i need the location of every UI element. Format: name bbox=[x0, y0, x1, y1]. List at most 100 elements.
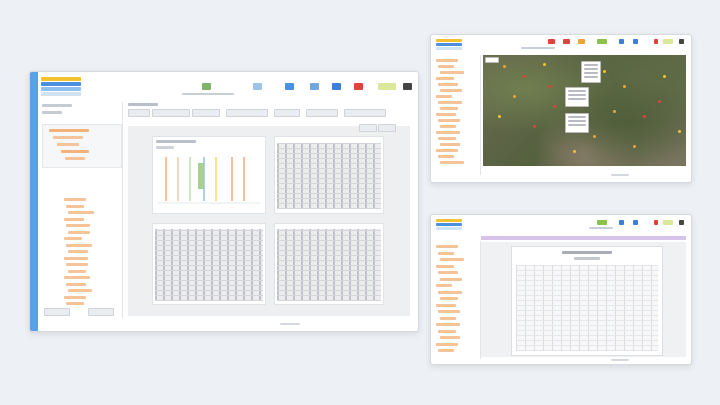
export-icon[interactable] bbox=[619, 220, 624, 225]
tree-item[interactable] bbox=[438, 271, 458, 274]
map-marker[interactable] bbox=[533, 125, 536, 128]
map-marker[interactable] bbox=[548, 85, 551, 88]
sidebar-button-left[interactable] bbox=[44, 308, 70, 316]
map-marker[interactable] bbox=[513, 95, 516, 98]
tree-item[interactable] bbox=[436, 77, 454, 80]
tree-item[interactable] bbox=[68, 250, 88, 253]
tree-item[interactable] bbox=[66, 263, 88, 266]
map-marker[interactable] bbox=[613, 110, 616, 113]
tree-item[interactable] bbox=[440, 125, 456, 128]
tree-item[interactable] bbox=[64, 198, 86, 201]
filter-select[interactable] bbox=[274, 109, 300, 117]
tree-item[interactable] bbox=[64, 217, 84, 221]
tree-item[interactable] bbox=[438, 329, 456, 333]
map-marker[interactable] bbox=[553, 105, 556, 108]
tree-item[interactable] bbox=[64, 276, 90, 279]
tree-item[interactable] bbox=[440, 71, 464, 74]
tree-item[interactable] bbox=[438, 119, 460, 122]
map-popup[interactable] bbox=[565, 87, 589, 107]
sidebar-button-right[interactable] bbox=[88, 308, 114, 316]
tab-button[interactable] bbox=[378, 124, 396, 132]
tree-item[interactable] bbox=[436, 131, 460, 134]
tree-item[interactable] bbox=[438, 101, 462, 104]
map-marker[interactable] bbox=[503, 65, 506, 68]
tree-item[interactable] bbox=[53, 136, 83, 139]
tree-item[interactable] bbox=[68, 230, 90, 234]
tree-item[interactable] bbox=[436, 264, 454, 268]
filter-select[interactable] bbox=[152, 109, 190, 117]
tree-item[interactable] bbox=[68, 269, 86, 273]
map-popup[interactable] bbox=[565, 113, 589, 133]
table-icon[interactable] bbox=[285, 83, 294, 90]
close-icon[interactable] bbox=[679, 220, 684, 225]
tree-item[interactable] bbox=[64, 256, 88, 260]
tree-item[interactable] bbox=[66, 282, 86, 286]
tree-item[interactable] bbox=[440, 316, 456, 320]
tree-item[interactable] bbox=[49, 129, 89, 132]
alert-icon[interactable] bbox=[654, 39, 658, 44]
tree-item[interactable] bbox=[440, 277, 462, 281]
tree-item[interactable] bbox=[57, 143, 79, 146]
tab-button[interactable] bbox=[359, 124, 377, 132]
tree-item[interactable] bbox=[436, 342, 458, 346]
tree-item[interactable] bbox=[66, 302, 84, 305]
tree-item[interactable] bbox=[436, 59, 458, 62]
tree-item[interactable] bbox=[66, 243, 92, 247]
alert-icon[interactable] bbox=[654, 220, 658, 225]
tree-item[interactable] bbox=[64, 295, 86, 299]
calendar-icon[interactable] bbox=[378, 83, 396, 90]
satellite-map[interactable] bbox=[483, 55, 686, 166]
tree-item[interactable] bbox=[440, 107, 458, 110]
close-icon[interactable] bbox=[679, 39, 684, 44]
map-marker[interactable] bbox=[643, 115, 646, 118]
tree-item[interactable] bbox=[440, 336, 460, 339]
tree-item[interactable] bbox=[440, 258, 464, 261]
tree-item[interactable] bbox=[440, 89, 462, 92]
tree-item[interactable] bbox=[438, 137, 456, 140]
tree-item[interactable] bbox=[438, 290, 462, 294]
tree-item[interactable] bbox=[438, 310, 460, 313]
tree-item[interactable] bbox=[436, 149, 458, 152]
report-icon[interactable] bbox=[202, 83, 211, 90]
filter-select[interactable] bbox=[306, 109, 338, 117]
print-icon[interactable] bbox=[633, 39, 638, 44]
map-popup-small[interactable] bbox=[485, 57, 499, 63]
tree-item[interactable] bbox=[438, 349, 454, 352]
tree-item[interactable] bbox=[64, 237, 82, 240]
tree-item[interactable] bbox=[436, 245, 458, 248]
search-button[interactable] bbox=[344, 109, 386, 117]
tree-item[interactable] bbox=[438, 251, 454, 255]
tree-item[interactable] bbox=[68, 289, 92, 292]
tree-item[interactable] bbox=[438, 83, 458, 86]
map-marker[interactable] bbox=[658, 100, 661, 103]
tree-item[interactable] bbox=[440, 143, 460, 146]
tree-item[interactable] bbox=[436, 284, 452, 287]
print-icon[interactable] bbox=[354, 83, 363, 90]
layer-icon[interactable] bbox=[563, 39, 570, 44]
map-marker[interactable] bbox=[523, 75, 526, 78]
filter-select[interactable] bbox=[226, 109, 268, 117]
tree-item[interactable] bbox=[436, 323, 460, 326]
map-marker[interactable] bbox=[498, 115, 501, 118]
map-icon[interactable] bbox=[548, 39, 555, 44]
tree-item[interactable] bbox=[438, 65, 454, 68]
map-marker[interactable] bbox=[633, 145, 636, 148]
close-icon[interactable] bbox=[403, 83, 412, 90]
tree-item[interactable] bbox=[438, 155, 454, 158]
map-marker[interactable] bbox=[573, 150, 576, 153]
calendar-icon[interactable] bbox=[663, 220, 673, 225]
tree-item[interactable] bbox=[436, 303, 456, 307]
filter-select[interactable] bbox=[128, 109, 150, 117]
tree-item[interactable] bbox=[440, 161, 464, 164]
search-icon[interactable] bbox=[578, 39, 585, 44]
tree-item[interactable] bbox=[65, 157, 85, 160]
print-icon[interactable] bbox=[633, 220, 638, 225]
settings-icon[interactable] bbox=[597, 39, 607, 44]
tree-item[interactable] bbox=[68, 211, 94, 214]
export-icon[interactable] bbox=[619, 39, 624, 44]
filter-select[interactable] bbox=[192, 109, 220, 117]
chart-icon[interactable] bbox=[253, 83, 262, 90]
map-marker[interactable] bbox=[623, 85, 626, 88]
tree-item[interactable] bbox=[61, 150, 89, 153]
export-icon[interactable] bbox=[310, 83, 319, 90]
